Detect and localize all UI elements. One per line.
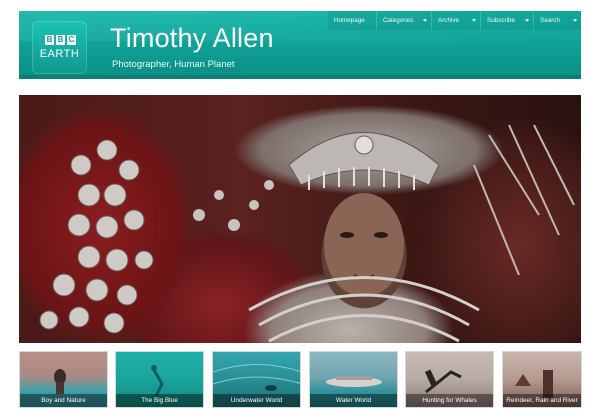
bbc-blocks: B B C [45,35,76,45]
bbc-letter-1: B [45,35,54,45]
thumbnail-hunting-for-whales[interactable]: Hunting for Whales [405,351,494,408]
bbc-letter-3: C [67,35,76,45]
thumbnail-the-big-blue[interactable]: The Big Blue [115,351,204,408]
site-subtitle: Photographer, Human Planet [112,59,235,70]
nav-search-label: Search [540,17,560,24]
nav-subscribe-label: Subscribe [487,17,516,24]
nav-subscribe[interactable]: Subscribe [480,11,533,30]
chevron-down-icon [472,19,476,22]
bbc-letter-2: B [56,35,65,45]
bbc-earth-logo[interactable]: B B C EARTH [32,21,87,74]
thumbnail-caption: Hunting for Whales [406,394,493,407]
nav-homepage[interactable]: Homepage [328,11,376,30]
thumbnail-reindeer-rain-and-river[interactable]: Reindeer, Rain and River [502,351,582,408]
thumbnail-caption: Underwater World [213,394,300,407]
site-header: B B C EARTH Timothy Allen Photographer, … [19,11,581,79]
top-nav: Homepage Categories Archive Subscribe Se… [328,11,581,30]
site-title: Timothy Allen [110,23,274,53]
thumbnail-caption: Reindeer, Rain and River [503,394,581,407]
thumbnail-strip: Boy and Nature The Big Blue Underwater W… [19,351,582,415]
chevron-down-icon [525,19,529,22]
thumbnail-boy-and-nature[interactable]: Boy and Nature [19,351,108,408]
nav-homepage-label: Homepage [334,17,365,24]
thumbnail-underwater-world[interactable]: Underwater World [212,351,301,408]
chevron-down-icon [423,19,427,22]
thumbnail-caption: Water World [310,394,397,407]
thumbnail-caption: The Big Blue [116,394,203,407]
nav-categories[interactable]: Categories [376,11,431,30]
chevron-down-icon [573,19,577,22]
thumbnail-caption: Boy and Nature [20,394,107,407]
logo-earth-text: EARTH [39,48,80,60]
nav-search[interactable]: Search [533,11,581,30]
hero-photo[interactable] [19,95,581,343]
hero-photo-art [39,124,575,343]
nav-archive-label: Archive [438,17,459,24]
thumbnail-water-world[interactable]: Water World [309,351,398,408]
nav-archive[interactable]: Archive [431,11,480,30]
nav-categories-label: Categories [383,17,414,24]
